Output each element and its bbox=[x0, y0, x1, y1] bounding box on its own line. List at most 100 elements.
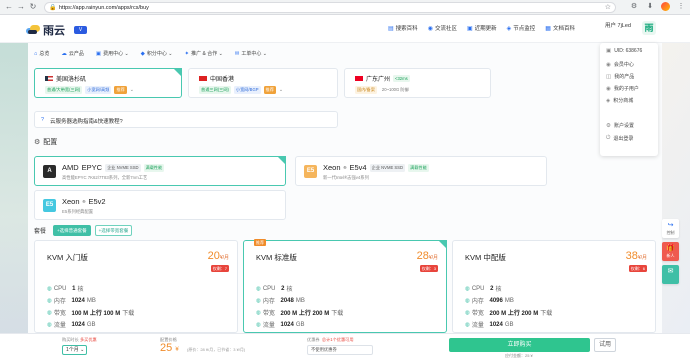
dropdown-item-subusers[interactable]: ◉ 我的子用户 bbox=[606, 85, 639, 93]
cpu-card-amd-epyc[interactable]: A AMD EPYC 企业 NVME SSD 满载性能 高性能EPYC 7K62… bbox=[34, 156, 286, 186]
location-tag: 小宽网/BGP bbox=[233, 86, 261, 94]
coupon-select[interactable]: 不使用优惠券 bbox=[307, 345, 373, 355]
share-icon: ↪ bbox=[667, 222, 674, 229]
dropdown-item-products[interactable]: ◫ 我的产品 bbox=[606, 73, 634, 81]
spec-bandwidth: ◍ 带宽 100 M 上行 100 M 下载 bbox=[47, 309, 135, 318]
back-icon[interactable]: ← bbox=[4, 2, 14, 12]
bandwidth-icon: ◍ bbox=[465, 309, 470, 316]
download-icon[interactable]: ⬇ bbox=[645, 2, 655, 12]
uid-item[interactable]: ▣ UID: 638676 bbox=[606, 48, 642, 54]
trial-button[interactable]: 试用 bbox=[594, 338, 616, 352]
reload-icon[interactable]: ↻ bbox=[28, 2, 38, 12]
control-tool-button[interactable]: ↪ 控制 bbox=[662, 219, 679, 238]
cpu-desc: E5系列经典配置 bbox=[62, 209, 94, 214]
plan-card-starter[interactable]: KVM 入门版 20¥/月 仅剩：7 ◍ CPU 1核 ◍ 内存 1024 MB ◍ 带… bbox=[34, 240, 238, 333]
total-price: 25 ¥ bbox=[160, 342, 179, 354]
dropdown-item-settings[interactable]: ⚙ 账户设置 bbox=[606, 122, 634, 130]
dropdown-item-logout[interactable]: ⏻ 退出登录 bbox=[606, 135, 633, 142]
menu-item-partner[interactable]: ✦ 推广 & 合作 ⌄ bbox=[184, 50, 222, 58]
spec-memory: ◍ 内存 2048 MB bbox=[256, 297, 305, 306]
location-card-gz[interactable]: 广东广州 <32ms 国内/备案 20~100G 防御 bbox=[344, 68, 491, 98]
package-section-title: 套餐 bbox=[34, 229, 47, 235]
location-name: 广东广州 bbox=[366, 77, 391, 83]
bookmark-star-icon[interactable]: ☆ bbox=[605, 3, 611, 13]
cpu-tag: 企业 NVME SSD bbox=[105, 163, 141, 172]
spec-cpu: ◍ CPU 2核 bbox=[465, 285, 502, 294]
logout-icon: ⏻ bbox=[606, 135, 611, 141]
plan-card-standard[interactable]: 推荐 KVM 标准版 28¥/月 仅剩：3 ◍ CPU 2核 ◍ 内存 2048 MB… bbox=[243, 239, 447, 333]
cpu-tag: 满载性能 bbox=[143, 163, 165, 172]
cpu-brand: Xeon bbox=[62, 197, 80, 206]
location-tag: 国内/备案 bbox=[355, 86, 377, 94]
lock-icon: 🔒 bbox=[49, 5, 57, 11]
user-menu[interactable]: 用户 7jLed bbox=[605, 21, 631, 29]
buy-now-button[interactable]: 立即购买 bbox=[449, 338, 590, 352]
logo[interactable]: 雨云 V bbox=[26, 22, 87, 38]
chat-tool-button[interactable]: ✉ bbox=[662, 265, 679, 284]
menu-item-overview[interactable]: ⌂ 总览 bbox=[34, 50, 49, 58]
dropdown-item-mall[interactable]: ◈ 积分商城 bbox=[606, 97, 633, 105]
cpu-tag: 满载性能 bbox=[408, 163, 429, 172]
menu-item-points[interactable]: ◆ 积分中心 ⌄ bbox=[140, 50, 173, 58]
location-tag: 普通三网(三网) bbox=[199, 86, 231, 94]
id-icon: ▣ bbox=[606, 48, 612, 54]
cpu-card-xeon-e5v4[interactable]: E5 Xeon ® E5v4 企业 NVME SSD 满载性能 新一代Intel®… bbox=[295, 156, 547, 186]
cpu-model: EPYC bbox=[81, 163, 103, 172]
profile-icon[interactable] bbox=[661, 2, 670, 11]
package-bandwidth-button[interactable]: +选择带宽套餐 bbox=[94, 225, 133, 236]
header-link-wiki[interactable]: ▤ 搜索百科 bbox=[388, 23, 418, 33]
cpu-brand: AMD bbox=[62, 163, 79, 172]
points-icon: ◆ bbox=[140, 50, 145, 57]
logo-text: 雨云 bbox=[43, 25, 65, 37]
header-link-community[interactable]: ◉ 交流社区 bbox=[428, 23, 457, 33]
menu-icon[interactable]: ⋮ bbox=[676, 2, 686, 12]
traffic-icon: ◍ bbox=[256, 321, 261, 328]
spec-bandwidth: ◍ 带宽 200 M 上行 200 M 下载 bbox=[465, 309, 553, 318]
memory-icon: ◍ bbox=[465, 297, 470, 304]
menu-item-support[interactable]: ✉ 工单中心 ⌄ bbox=[235, 50, 267, 58]
header-link-docs[interactable]: ▦ 文档百科 bbox=[545, 23, 575, 33]
cpu-card-xeon-e5v2[interactable]: E5 Xeon ® E5v2 E5系列经典配置 bbox=[34, 190, 286, 220]
location-tag: 推荐 bbox=[263, 86, 276, 94]
dropdown-item-member[interactable]: ◉ 会员中心 bbox=[606, 61, 634, 69]
address-bar[interactable]: 🔒 https://app.rainyun.com/apps/rcs/buy ☆ bbox=[44, 2, 616, 13]
url-text: https://app.rainyun.com/apps/rcs/buy bbox=[59, 5, 149, 11]
header-link-updates[interactable]: ▣ 近期更新 bbox=[467, 23, 497, 33]
menu-item-cloud[interactable]: ☁ 云产品 bbox=[61, 50, 84, 58]
cpu-badge: E5 bbox=[43, 199, 56, 212]
spec-traffic: ◍ 流量 1024 GB bbox=[256, 321, 305, 330]
chevron-down-icon[interactable]: ⌄ bbox=[130, 87, 134, 93]
location-card-la[interactable]: 美国洛杉矶 普通/大带宽(三网) 小宽网/高频 推荐 ⌄ bbox=[34, 68, 182, 98]
config-section-title: ⚙ 配置 bbox=[34, 139, 58, 146]
plan-card-medium[interactable]: KVM 中配版 38¥/月 仅剩：6 ◍ CPU 2核 ◍ 内存 4096 MB ◍ 带… bbox=[452, 240, 656, 333]
member-icon: ◉ bbox=[606, 61, 611, 68]
location-name: 美国洛杉矶 bbox=[56, 77, 87, 83]
plan-name: KVM 标准版 bbox=[256, 253, 297, 262]
guide-tip[interactable]: ? 云服务器选购指南&快速教程? bbox=[34, 111, 338, 128]
stock-badge: 仅剩：3 bbox=[419, 265, 438, 272]
question-icon: ? bbox=[41, 117, 45, 123]
package-normal-button[interactable]: +选择普通套餐 bbox=[53, 225, 91, 236]
location-tag: 推荐 bbox=[114, 86, 127, 94]
forward-icon[interactable]: → bbox=[16, 2, 26, 12]
chevron-down-icon[interactable]: ⌄ bbox=[279, 87, 283, 93]
selected-check-icon bbox=[438, 240, 447, 249]
chat-icon: ✉ bbox=[667, 268, 674, 275]
duration-select[interactable]: 1个月 ⌄ bbox=[62, 345, 87, 355]
newbie-tool-button[interactable]: 🎁 新人 bbox=[662, 242, 679, 261]
home-icon: ⌂ bbox=[34, 50, 38, 57]
cloud-icon: ☁ bbox=[61, 50, 67, 57]
cpu-tag: 企业 NVME SSD bbox=[369, 163, 406, 172]
hk-flag-icon bbox=[199, 76, 207, 81]
header-link-monitor[interactable]: ◈ 节点监控 bbox=[507, 23, 536, 33]
avatar[interactable]: 雨 bbox=[642, 21, 656, 35]
bandwidth-icon: ◍ bbox=[256, 309, 261, 316]
app-header: 雨云 V ▤ 搜索百科 ◉ 交流社区 ▣ 近期更新 ◈ 节点监控 ▦ 文档百科 用户 7j… bbox=[0, 15, 690, 43]
plan-name: KVM 中配版 bbox=[465, 253, 506, 262]
spec-traffic: ◍ 流量 1024 GB bbox=[465, 321, 514, 330]
location-card-hk[interactable]: 中国香港 普通三网(三网) 小宽网/BGP 推荐 ⌄ bbox=[188, 68, 338, 98]
us-flag-icon bbox=[45, 76, 53, 81]
menu-item-cost[interactable]: ▣ 费用中心 ⌄ bbox=[96, 50, 129, 58]
extensions-icon[interactable]: ⚙ bbox=[629, 2, 639, 12]
cpu-badge: E5 bbox=[304, 165, 317, 178]
